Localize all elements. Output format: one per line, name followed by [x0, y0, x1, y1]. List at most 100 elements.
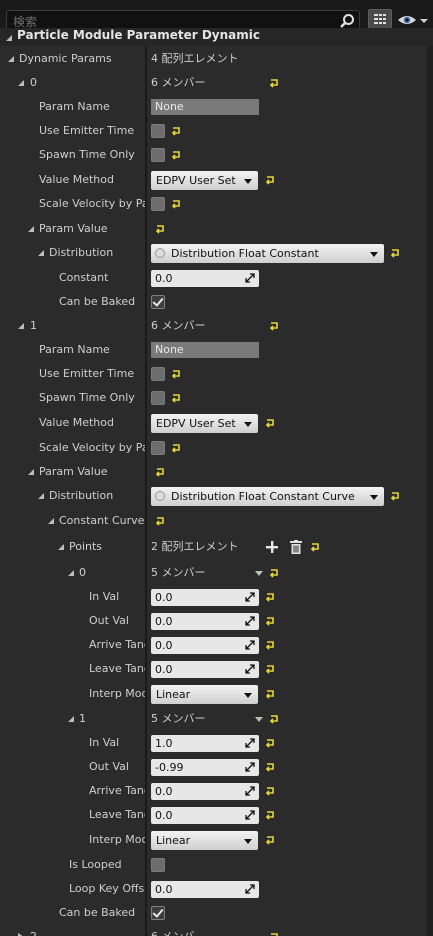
- expand-arrow-icon[interactable]: [48, 518, 54, 524]
- reset-arrow-icon[interactable]: [268, 567, 280, 579]
- spawn-time-only-checkbox[interactable]: [151, 148, 165, 162]
- reset-arrow-icon[interactable]: [268, 713, 280, 725]
- field-value: 0.0: [155, 591, 173, 604]
- can-be-baked-checkbox[interactable]: [151, 295, 165, 309]
- reset-arrow-icon[interactable]: [264, 591, 276, 603]
- expand-arrow-icon[interactable]: [6, 35, 12, 41]
- property-label: Points: [69, 540, 103, 553]
- reset-arrow-icon[interactable]: [170, 149, 182, 161]
- element-index: 2: [30, 925, 37, 936]
- chevron-down-icon[interactable]: [255, 717, 263, 722]
- points-row: Points 2 配列エレメント: [0, 535, 427, 559]
- loop-key-offset-row: Loop Key Offse 0.0: [0, 877, 427, 901]
- reset-arrow-icon[interactable]: [170, 368, 182, 380]
- chevron-down-icon[interactable]: [255, 571, 263, 576]
- constant-field[interactable]: 0.0: [151, 270, 259, 287]
- reset-arrow-icon[interactable]: [154, 515, 166, 527]
- property-label: In Val: [89, 590, 120, 603]
- leave-tangent-field[interactable]: 0.0: [151, 661, 259, 678]
- interp-mode-dropdown[interactable]: Linear: [151, 831, 258, 850]
- value-method-dropdown[interactable]: EDPV User Set: [151, 414, 258, 433]
- expand-arrow-icon[interactable]: [68, 716, 74, 722]
- reset-arrow-icon[interactable]: [264, 615, 276, 627]
- arrive-tangent-field[interactable]: 0.0: [151, 783, 259, 800]
- distribution-class-dropdown[interactable]: Distribution Float Constant: [151, 244, 384, 263]
- in-val-field[interactable]: 0.0: [151, 589, 259, 606]
- constant-curve-row: Constant Curve: [0, 509, 427, 533]
- expand-arrow-icon[interactable]: [18, 80, 24, 86]
- value-method-row: Value Method EDPV User Set: [0, 411, 427, 435]
- expand-arrow-icon[interactable]: [68, 570, 74, 576]
- member-count: 6 メンバ: [151, 925, 195, 936]
- reset-arrow-icon[interactable]: [264, 785, 276, 797]
- expand-arrow-icon[interactable]: [58, 544, 64, 550]
- reset-arrow-icon[interactable]: [154, 466, 166, 478]
- chevron-down-icon: [244, 179, 252, 184]
- property-label: Value Method: [39, 416, 114, 429]
- reset-arrow-icon[interactable]: [264, 834, 276, 846]
- property-label: Interp Mode: [89, 687, 145, 700]
- loop-key-offset-field[interactable]: 0.0: [151, 881, 259, 898]
- add-element-icon[interactable]: [266, 541, 278, 553]
- use-emitter-time-checkbox[interactable]: [151, 367, 165, 381]
- out-val-row: Out Val -0.99: [0, 755, 427, 779]
- chevron-down-icon: [370, 495, 378, 500]
- search-box[interactable]: 検索: [6, 10, 360, 30]
- scale-velocity-checkbox[interactable]: [151, 441, 165, 455]
- reset-arrow-icon[interactable]: [268, 931, 280, 936]
- chevron-down-icon: [244, 422, 252, 427]
- element-index: 0: [79, 566, 86, 579]
- expand-arrow-icon[interactable]: [38, 250, 44, 256]
- reset-arrow-icon[interactable]: [170, 392, 182, 404]
- reset-arrow-icon[interactable]: [268, 77, 280, 89]
- property-label: Can be Baked: [59, 906, 136, 919]
- scale-velocity-checkbox[interactable]: [151, 197, 165, 211]
- out-val-field[interactable]: -0.99: [151, 759, 259, 776]
- param-name-field[interactable]: None: [151, 342, 259, 358]
- reset-arrow-icon[interactable]: [264, 761, 276, 773]
- expand-arrow-icon[interactable]: [38, 493, 44, 499]
- reset-arrow-icon[interactable]: [170, 198, 182, 210]
- expand-arrow-icon[interactable]: [8, 56, 14, 62]
- leave-tangent-field[interactable]: 0.0: [151, 807, 259, 824]
- expand-arrow-icon[interactable]: [28, 226, 34, 232]
- reset-arrow-icon[interactable]: [389, 490, 401, 502]
- reset-arrow-icon[interactable]: [170, 125, 182, 137]
- interp-mode-dropdown[interactable]: Linear: [151, 685, 258, 704]
- reset-arrow-icon[interactable]: [154, 223, 166, 235]
- scrollbar[interactable]: [427, 46, 433, 936]
- reset-arrow-icon[interactable]: [170, 442, 182, 454]
- is-looped-checkbox[interactable]: [151, 858, 165, 872]
- reset-arrow-icon[interactable]: [268, 320, 280, 332]
- reset-arrow-icon[interactable]: [264, 417, 276, 429]
- property-label: In Val: [89, 736, 120, 749]
- reset-arrow-icon[interactable]: [264, 174, 276, 186]
- param-name-field[interactable]: None: [151, 99, 259, 115]
- property-label: Constant Curve: [59, 514, 145, 527]
- reset-arrow-icon[interactable]: [264, 663, 276, 675]
- expand-arrow-icon[interactable]: [28, 469, 34, 475]
- reset-arrow-icon[interactable]: [264, 688, 276, 700]
- in-val-field[interactable]: 1.0: [151, 735, 259, 752]
- reset-arrow-icon[interactable]: [264, 639, 276, 651]
- spawn-time-only-checkbox[interactable]: [151, 391, 165, 405]
- can-be-baked-checkbox[interactable]: [151, 906, 165, 920]
- reset-arrow-icon[interactable]: [389, 247, 401, 259]
- in-val-row: In Val 1.0: [0, 731, 427, 755]
- trash-icon[interactable]: [290, 540, 302, 554]
- scale-velocity-row: Scale Velocity by Par: [0, 192, 427, 216]
- arrive-tangent-field[interactable]: 0.0: [151, 637, 259, 654]
- value-method-dropdown[interactable]: EDPV User Set: [151, 171, 258, 190]
- use-emitter-time-checkbox[interactable]: [151, 124, 165, 138]
- category-header[interactable]: Particle Module Parameter Dynamic: [0, 28, 433, 46]
- field-value: 0.0: [155, 809, 173, 822]
- reset-arrow-icon[interactable]: [264, 809, 276, 821]
- out-val-field[interactable]: 0.0: [151, 613, 259, 630]
- reset-arrow-icon[interactable]: [264, 737, 276, 749]
- scale-velocity-row: Scale Velocity by Par: [0, 436, 427, 460]
- reset-arrow-icon[interactable]: [309, 541, 321, 553]
- distribution-class-dropdown[interactable]: Distribution Float Constant Curve: [151, 487, 384, 506]
- expand-arrow-icon[interactable]: [18, 323, 24, 329]
- member-count: 6 メンバー: [151, 76, 206, 89]
- drag-arrows-icon: [245, 664, 255, 674]
